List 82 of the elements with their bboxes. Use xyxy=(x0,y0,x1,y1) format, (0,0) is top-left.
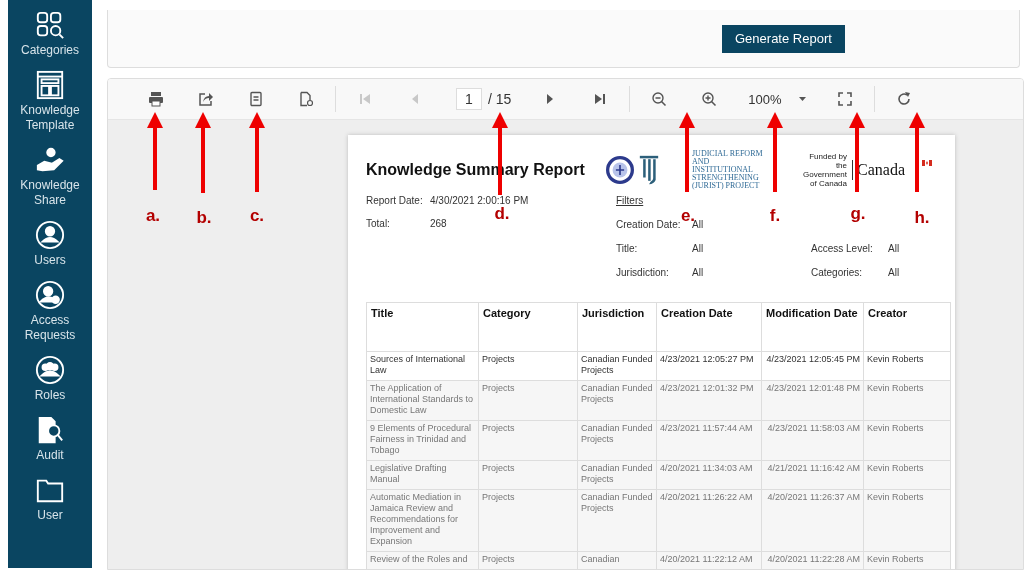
grid-search-icon xyxy=(35,10,65,40)
filter-value: All xyxy=(692,243,705,254)
table-cell: Projects xyxy=(478,420,578,461)
meta-value: 4/30/2021 2:00:16 PM xyxy=(430,195,530,206)
column-header: Category xyxy=(478,302,578,352)
annotation-label: h. xyxy=(914,208,930,228)
table-cell: Projects xyxy=(478,380,578,421)
table-cell: 4/20/2021 11:34:03 AM xyxy=(656,460,762,490)
table-cell: Canadian Funded Projects xyxy=(577,489,657,552)
page-number-field[interactable]: 1 xyxy=(456,88,482,110)
annotation-label: g. xyxy=(850,204,866,224)
table-cell: 4/20/2021 11:26:22 AM xyxy=(656,489,762,552)
table-cell: Sources of International Law xyxy=(366,351,479,381)
filter-label: Creation Date: xyxy=(616,219,681,230)
table-cell: 4/23/2021 12:01:32 PM xyxy=(656,380,762,421)
table-cell: 4/23/2021 12:05:27 PM xyxy=(656,351,762,381)
table-cell: Kevin Roberts xyxy=(863,380,951,421)
table-cell: The Application of International Standards to Domestic Law xyxy=(366,380,479,421)
column-header: Creator xyxy=(863,302,951,352)
layout-icon xyxy=(35,70,65,100)
column-header: Creation Date xyxy=(656,302,762,352)
sidebar-item[interactable]: User xyxy=(35,475,65,523)
seal-logo-icon xyxy=(606,156,634,184)
filter-value: All xyxy=(888,243,900,254)
meta-label: Report Date: xyxy=(366,195,424,206)
table-cell: Canadian Funded Projects xyxy=(577,380,657,421)
canada-wordmark: Canada xyxy=(857,161,905,179)
annotation-label: a. xyxy=(145,206,161,226)
filter-label: Access Level: xyxy=(811,243,874,254)
meta-value: 268 xyxy=(430,218,448,229)
page-count: / 15 xyxy=(488,91,512,107)
filter-value: All xyxy=(888,267,900,278)
sidebar-item[interactable]: Knowledge Share xyxy=(8,145,92,208)
user-edit-icon xyxy=(35,280,65,310)
annotation-label: f. xyxy=(769,206,781,226)
table-cell: 4/23/2021 12:01:48 PM xyxy=(761,380,864,421)
caret-icon xyxy=(799,97,807,101)
sidebar-item[interactable]: Knowledge Template xyxy=(8,70,92,133)
table-cell: Projects xyxy=(478,489,578,552)
table-cell: Kevin Roberts xyxy=(863,460,951,490)
flag-icon xyxy=(922,160,932,166)
filter-label: Title: xyxy=(616,243,639,254)
table-cell: 9 Elements of Procedural Fairness in Trinidad and Tobago xyxy=(366,420,479,461)
filters-heading: Filters xyxy=(616,195,645,206)
table-cell: Canadian Funded Projects xyxy=(577,420,657,461)
sidebar-item[interactable]: Users xyxy=(34,220,66,268)
table-cell: 4/23/2021 11:57:44 AM xyxy=(656,420,762,461)
column-header: Title xyxy=(366,302,479,352)
table-cell: Kevin Roberts xyxy=(863,420,951,461)
sidebar-item[interactable]: Audit xyxy=(35,415,65,463)
table-cell: 4/23/2021 12:05:45 PM xyxy=(761,351,864,381)
filter-value: All xyxy=(692,267,705,278)
table-cell: Legislative Drafting Manual xyxy=(366,460,479,490)
column-header: Jurisdiction xyxy=(577,302,657,352)
annotation-label: c. xyxy=(249,206,265,226)
table-cell: Kevin Roberts xyxy=(863,489,951,552)
generate-report-button[interactable]: Generate Report xyxy=(722,24,845,53)
table-cell: Projects xyxy=(478,351,578,381)
meta-label: Total: xyxy=(366,218,391,229)
filter-label: Jurisdiction: xyxy=(616,267,670,278)
table-cell: Canadian Funded Projects xyxy=(577,351,657,381)
table-cell: Canadian Funded Projects xyxy=(577,460,657,490)
sidebar-item[interactable]: Access Requests xyxy=(8,280,92,343)
annotation-label: b. xyxy=(196,208,212,228)
logo-text: JUDICIAL REFORM AND INSTITUTIONAL STRENGTHENING (JURIST) PROJECT xyxy=(692,150,764,190)
sidebar-item[interactable]: Roles xyxy=(34,355,66,403)
table-cell: Projects xyxy=(478,460,578,490)
table-cell: 4/20/2021 11:26:37 AM xyxy=(761,489,864,552)
table-cell: 4/21/2021 11:16:42 AM xyxy=(761,460,864,490)
zoom-dropdown[interactable]: 100% xyxy=(734,91,821,107)
sidebar-item[interactable]: Categories xyxy=(21,10,79,58)
column-header: Modification Date xyxy=(761,302,864,352)
user-icon xyxy=(35,220,65,250)
annotation-label: d. xyxy=(494,204,510,224)
group-icon xyxy=(35,355,65,385)
funded-text: Funded by the Government of Canada xyxy=(803,152,847,188)
filter-label: Categories: xyxy=(811,267,864,278)
table-cell: 4/23/2021 11:58:03 AM xyxy=(761,420,864,461)
filter-value: All xyxy=(692,219,705,230)
pillar-logo-icon xyxy=(639,155,659,185)
table-cell: Automatic Mediation in Jamaica Review and Recommendations for Improvement and Expansion xyxy=(366,489,479,552)
table-cell: Kevin Roberts xyxy=(863,351,951,381)
